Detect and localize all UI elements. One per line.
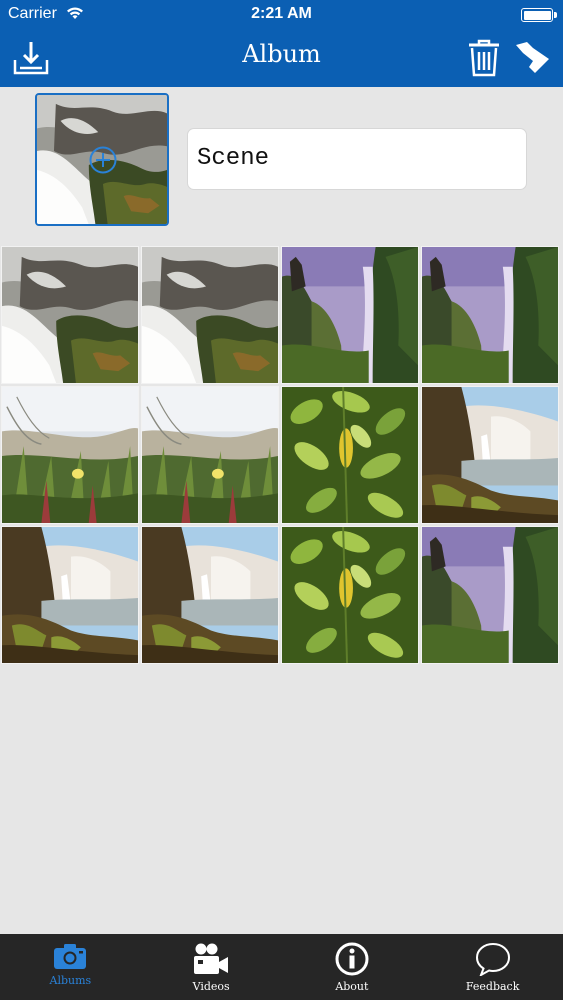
speech-bubble-icon [475,942,510,976]
photo-thumbnail[interactable] [141,246,279,384]
photo-thumbnail[interactable] [281,386,419,524]
battery-icon [521,8,557,22]
trash-icon [469,39,499,77]
tab-feedback[interactable]: Feedback [422,934,563,1000]
tab-videos[interactable]: Videos [141,934,282,1000]
photo-thumbnail[interactable] [141,386,279,524]
camera-icon [54,944,87,969]
photo-thumbnail[interactable] [281,526,419,664]
status-time: 2:21 AM [251,5,312,22]
tab-label: About [335,980,369,993]
photo-thumbnail[interactable] [281,246,419,384]
delete-button[interactable] [464,38,504,78]
photo-thumbnail[interactable] [141,526,279,664]
tab-label: Albums [49,974,92,987]
album-name-field[interactable]: Scene [187,128,527,190]
info-icon [335,942,369,976]
tab-bar: Albums Videos About Feedback [0,934,563,1000]
photo-thumbnail[interactable] [1,526,139,664]
tab-about[interactable]: About [282,934,423,1000]
photo-thumbnail[interactable] [421,386,559,524]
status-bar: Carrier 2:21 AM [0,0,563,30]
add-circle-icon [88,145,118,175]
video-camera-icon [194,943,229,974]
tab-label: Videos [192,980,230,993]
album-cover[interactable] [35,93,169,226]
photo-thumbnail[interactable] [421,526,559,664]
photo-grid [1,246,562,664]
share-button[interactable] [512,38,552,78]
photo-thumbnail[interactable] [1,386,139,524]
tab-label: Feedback [465,980,520,993]
header-bar: Carrier 2:21 AM Album [0,0,563,87]
share-arrow-icon [516,42,549,73]
photo-thumbnail[interactable] [421,246,559,384]
photo-thumbnail[interactable] [1,246,139,384]
tab-albums[interactable]: Albums [0,934,141,1000]
